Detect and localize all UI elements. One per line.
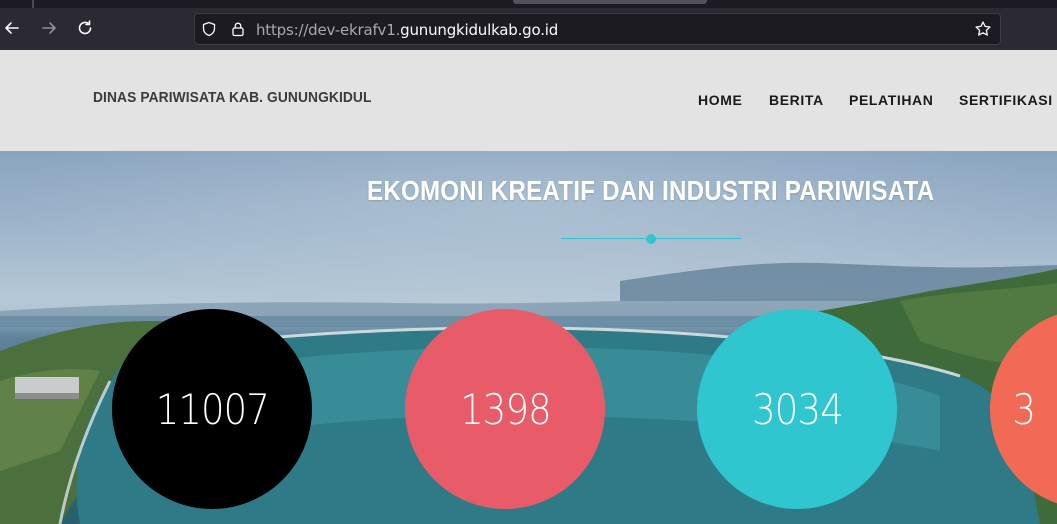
back-button[interactable] bbox=[0, 16, 24, 40]
forward-button[interactable] bbox=[37, 16, 61, 40]
tab-separator bbox=[32, 0, 34, 8]
url-bar[interactable]: https://dev-ekrafv1.gunungkidulkab.go.id bbox=[194, 13, 1001, 45]
reload-icon bbox=[78, 20, 92, 35]
url-domain: gunungkidulkab.go.id bbox=[400, 21, 559, 39]
star-icon[interactable] bbox=[974, 20, 992, 38]
stat-value-3: 3034 bbox=[751, 384, 843, 434]
stat-circle-2: 1398 bbox=[405, 309, 605, 509]
url-prefix: https://dev-ekrafv1. bbox=[256, 21, 401, 39]
url-text[interactable]: https://dev-ekrafv1.gunungkidulkab.go.id bbox=[256, 21, 558, 39]
hero-title: EKOMONI KREATIF DAN INDUSTRI PARIWISATA bbox=[367, 175, 935, 206]
arrow-left-icon bbox=[5, 22, 19, 34]
reload-button[interactable] bbox=[73, 16, 97, 40]
stat-value-4: 3 bbox=[1012, 384, 1037, 434]
nav-berita[interactable]: BERITA bbox=[769, 92, 824, 108]
nav-home[interactable]: HOME bbox=[698, 92, 742, 108]
stat-value-1: 11007 bbox=[155, 384, 269, 434]
stat-circle-3: 3034 bbox=[697, 309, 897, 509]
site-header: DINAS PARIWISATA KAB. GUNUNGKIDUL HOME B… bbox=[0, 50, 1057, 151]
stat-circle-1: 11007 bbox=[112, 309, 312, 509]
arrow-right-icon bbox=[42, 22, 56, 34]
nav-sertifikasi[interactable]: SERTIFIKASI bbox=[959, 92, 1053, 108]
site-brand[interactable]: DINAS PARIWISATA KAB. GUNUNGKIDUL bbox=[93, 89, 372, 106]
browser-toolbar: https://dev-ekrafv1.gunungkidulkab.go.id bbox=[0, 0, 1057, 50]
active-tab-edge[interactable] bbox=[513, 0, 707, 4]
stat-value-2: 1398 bbox=[459, 384, 551, 434]
hero-section: EKOMONI KREATIF DAN INDUSTRI PARIWISATA … bbox=[0, 151, 1057, 524]
lock-icon[interactable] bbox=[230, 21, 246, 37]
title-divider-dot bbox=[646, 234, 656, 244]
shield-icon[interactable] bbox=[201, 21, 217, 37]
nav-pelatihan[interactable]: PELATIHAN bbox=[849, 92, 933, 108]
